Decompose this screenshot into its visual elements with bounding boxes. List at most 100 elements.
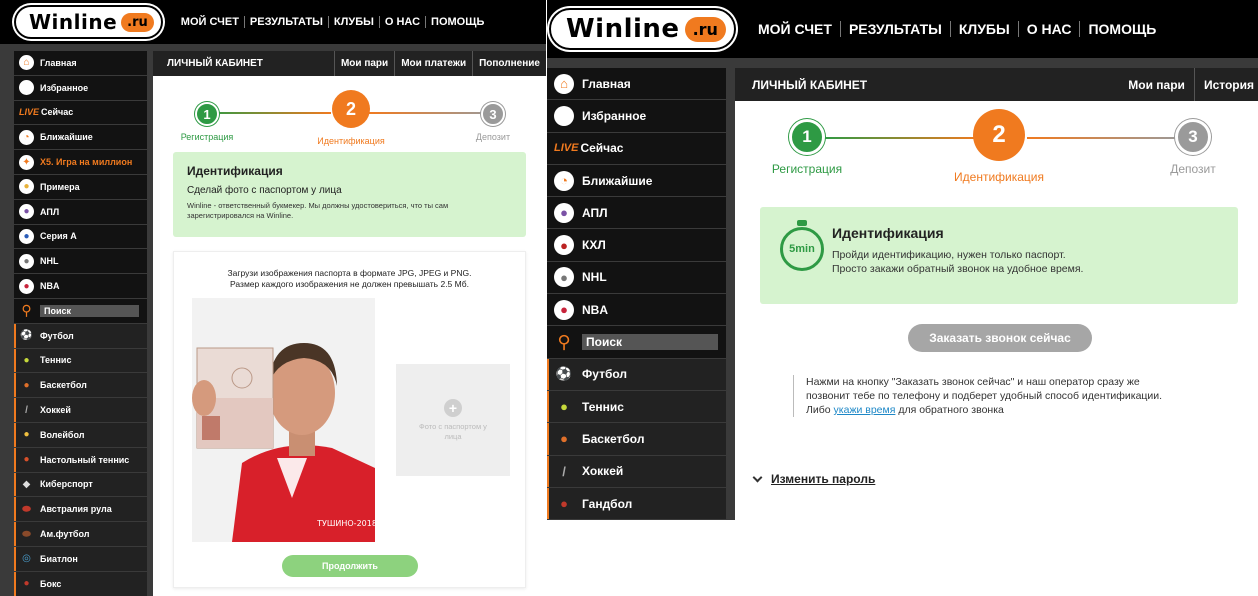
sidebar-item-search[interactable]: ⚲ Поиск [547, 326, 726, 359]
biathlon-icon: ◎ [22, 553, 31, 565]
sidebar-item-table-tennis[interactable]: ● Настольный теннис [14, 447, 147, 473]
handball-icon: ● [560, 496, 568, 511]
set-time-link[interactable]: укажи время [834, 404, 896, 416]
nav-results[interactable]: РЕЗУЛЬТАТЫ [841, 21, 951, 37]
info-title: Идентификация [187, 164, 283, 178]
step-identification: 2 Идентификация [943, 109, 1055, 184]
nav-help[interactable]: ПОМОЩЬ [1080, 21, 1164, 37]
upload-card: Загрузи изображения паспорта в формате J… [173, 251, 526, 588]
sidebar-item-live[interactable]: LIVE Сейчас [547, 132, 726, 165]
sidebar-item-label: Волейбол [40, 429, 85, 440]
sidebar-item-biathlon[interactable]: ◎ Биатлон [14, 546, 147, 572]
clock-icon: ◔ [19, 129, 34, 145]
sidebar-item-clock[interactable]: ◔ Ближайшие [14, 125, 147, 151]
sidebar-item-boxing[interactable]: ● Бокс [14, 571, 147, 596]
tab-history[interactable]: История [1193, 68, 1258, 101]
search-icon: ⚲ [557, 331, 571, 352]
search-input[interactable]: Поиск [582, 334, 718, 351]
sidebar-item-star[interactable]: ★ Избранное [14, 75, 147, 101]
nav-my-account[interactable]: МОЙ СЧЕТ [756, 21, 841, 37]
sidebar-item-basketball[interactable]: ● Баскетбол [14, 373, 147, 399]
sidebar-item-seriea[interactable]: ● Серия А [14, 224, 147, 250]
search-input[interactable]: Поиск [40, 304, 139, 317]
volleyball-icon: ● [23, 429, 30, 441]
sidebar-item-nhl[interactable]: ● NHL [547, 261, 726, 295]
winline-logo[interactable]: Winline .ru [551, 10, 734, 48]
sidebar-item-label: Бокс [40, 578, 62, 589]
step-3-label: Депозит [1170, 162, 1216, 176]
sidebar-item-label: Киберспорт [40, 479, 93, 490]
clock-icon: ◔ [554, 170, 574, 191]
sidebar-item-home[interactable]: ⌂ Главная [14, 51, 147, 76]
tab-my-payments[interactable]: Мои платежи [394, 51, 472, 76]
tab-my-bets[interactable]: Мои пари [1128, 68, 1194, 101]
info-title: Идентификация [832, 225, 944, 241]
step-3-circle: 3 [1175, 119, 1211, 155]
sidebar-item-label: Гандбол [582, 496, 633, 511]
nav-about[interactable]: О НАС [1019, 21, 1081, 37]
sidebar-item-american-football[interactable]: ⬬ Ам.футбол [14, 522, 147, 547]
sidebar-item-label: Баскетбол [40, 380, 87, 391]
sidebar-item-star[interactable]: ★ Избранное [547, 100, 726, 133]
sidebar-gap [726, 68, 735, 520]
tab-deposit[interactable]: Пополнение [472, 51, 546, 76]
add-photo-icon[interactable]: + [444, 399, 462, 417]
upload-slot[interactable]: + Фото с паспортом у лица [396, 364, 510, 476]
call-now-button[interactable]: Заказать звонок сейчас [908, 324, 1092, 352]
sidebar-item-search[interactable]: ⚲ Поиск [14, 298, 147, 324]
step-3-circle: 3 [481, 102, 505, 126]
sidebar-item-khl[interactable]: ● КХЛ [547, 229, 726, 262]
logo-ru: .ru [684, 16, 726, 42]
sidebar-item-nba[interactable]: ● NBA [547, 294, 726, 327]
star-icon: ★ [554, 105, 574, 126]
sidebar-item-laliga[interactable]: ● Примера [14, 174, 147, 200]
sidebar-item-label: NBA [582, 302, 608, 317]
nav-clubs[interactable]: КЛУБЫ [329, 16, 380, 28]
upload-line-1: Загрузи изображения паспорта в формате J… [227, 268, 472, 278]
sidebar-item-football[interactable]: ⚽ Футбол [14, 323, 147, 349]
step-1-circle: 1 [195, 102, 219, 126]
header-gap [547, 58, 1258, 68]
nav-my-account[interactable]: МОЙ СЧЕТ [177, 16, 245, 28]
sidebar-item-label: АПЛ [582, 205, 608, 220]
live-icon: LIVE [19, 107, 40, 118]
nav-results[interactable]: РЕЗУЛЬТАТЫ [245, 16, 329, 28]
sidebar-item-hockey[interactable]: / Хоккей [547, 455, 726, 488]
hockey-icon: / [25, 404, 28, 416]
sidebar-item-live[interactable]: LIVE Сейчас [14, 100, 147, 126]
nav-help[interactable]: ПОМОЩЬ [426, 16, 489, 28]
sidebar-item-clock[interactable]: ◔ Ближайшие [547, 164, 726, 198]
sidebar-item-epl[interactable]: ● АПЛ [14, 199, 147, 225]
sidebar-item-volleyball[interactable]: ● Волейбол [14, 422, 147, 448]
continue-button[interactable]: Продолжить [282, 555, 418, 577]
change-password-toggle[interactable]: Изменить пароль [752, 472, 875, 486]
table-tennis-icon: ● [23, 454, 30, 466]
logo-word: Winline [566, 14, 680, 44]
step-1-circle: 1 [789, 119, 825, 155]
boxing-icon: ● [23, 578, 30, 590]
nav-clubs[interactable]: КЛУБЫ [951, 21, 1019, 37]
step-2-circle: 2 [332, 90, 370, 128]
sidebar-item-tennis[interactable]: ● Теннис [14, 348, 147, 374]
sidebar-item-home[interactable]: ⌂ Главная [547, 68, 726, 101]
logo-word: Winline [29, 10, 118, 34]
sidebar-item-football[interactable]: ⚽ Футбол [547, 358, 726, 391]
sidebar-item-label: Избранное [40, 82, 89, 93]
sidebar-item-esports[interactable]: ◆ Киберспорт [14, 472, 147, 498]
sidebar-item-tennis[interactable]: ● Теннис [547, 390, 726, 424]
sidebar-item-label: NHL [40, 256, 59, 267]
esports-icon: ◆ [22, 478, 31, 490]
sidebar-item-handball[interactable]: ● Гандбол [547, 487, 726, 521]
sidebar-item-epl[interactable]: ● АПЛ [547, 197, 726, 230]
winline-logo[interactable]: Winline .ru [16, 7, 161, 37]
tab-my-bets[interactable]: Мои пари [333, 51, 394, 76]
nav-about[interactable]: О НАС [380, 16, 427, 28]
sidebar-item-basketball[interactable]: ● Баскетбол [547, 423, 726, 456]
sidebar-item-hockey[interactable]: / Хоккей [14, 398, 147, 423]
timer-label: 5min [789, 243, 815, 255]
sidebar-item-promo[interactable]: ✦ Х5. Игра на миллион [14, 150, 147, 175]
sidebar-item-nhl[interactable]: ● NHL [14, 249, 147, 275]
sidebar-item-nba[interactable]: ● NBA [14, 274, 147, 299]
right-screenshot: Winline .ru МОЙ СЧЕТ РЕЗУЛЬТАТЫ КЛУБЫ О … [547, 0, 1258, 596]
sidebar-item-aussie-rules[interactable]: ⬬ Австралия рула [14, 497, 147, 523]
